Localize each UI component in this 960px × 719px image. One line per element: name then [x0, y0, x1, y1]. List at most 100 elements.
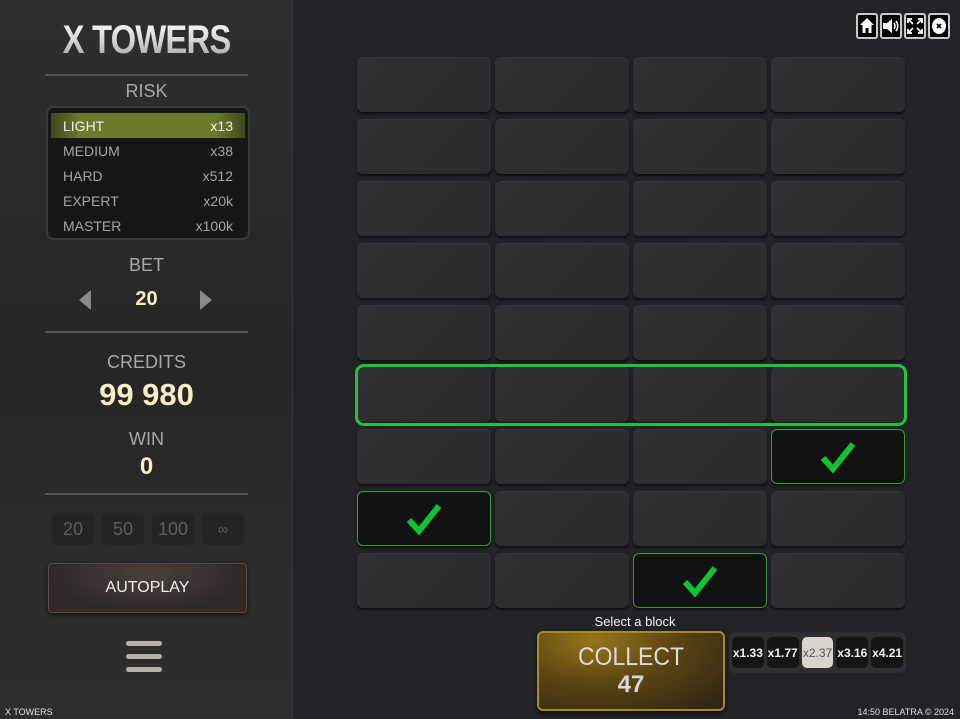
credits-label: CREDITS — [106, 352, 186, 372]
tower-block — [633, 57, 767, 112]
checkmark-icon — [406, 503, 442, 536]
autoplay-count-options: 20 50 100 ∞ — [52, 513, 244, 545]
risk-name: LIGHT — [63, 117, 105, 134]
autoplay-count-50[interactable]: 50 — [102, 513, 144, 545]
tower-block — [771, 305, 905, 360]
risk-option-expert[interactable]: EXPERT x20k — [51, 188, 245, 213]
multiplier-step-current: x2.37 — [801, 637, 834, 668]
win-value: 0 — [139, 453, 154, 480]
tower-block — [357, 119, 491, 174]
footer-game-name: X TOWERS — [5, 707, 53, 717]
home-icon — [860, 18, 874, 33]
risk-option-medium[interactable]: MEDIUM x38 — [51, 138, 245, 163]
multiplier-step: x1.77 — [766, 637, 799, 668]
tower-block — [633, 429, 767, 484]
risk-option-light[interactable]: LIGHT x13 — [51, 113, 245, 138]
risk-name: MEDIUM — [63, 142, 120, 159]
bet-control: 20 — [0, 286, 293, 314]
game-screen: X TOWERS RISK LIGHT x13 MEDIUM x38 HARD … — [0, 0, 960, 719]
risk-selector: LIGHT x13 MEDIUM x38 HARD x512 EXPERT x2… — [46, 106, 250, 240]
sound-button[interactable] — [880, 13, 902, 39]
risk-label: RISK — [125, 81, 168, 101]
collect-button[interactable]: COLLECT 47 — [537, 631, 725, 711]
sidebar: X TOWERS RISK LIGHT x13 MEDIUM x38 HARD … — [0, 0, 293, 719]
risk-max: x13 — [210, 117, 233, 134]
tower-block[interactable] — [357, 367, 491, 422]
tower-row — [357, 243, 906, 299]
tower-row — [357, 119, 906, 175]
tower-block — [495, 305, 629, 360]
top-toolbar — [856, 13, 950, 39]
tower-block — [357, 57, 491, 112]
tower-block — [495, 429, 629, 484]
tower-grid — [357, 57, 906, 615]
tower-block — [357, 181, 491, 236]
bet-value: 20 — [135, 288, 158, 310]
tower-block-safe — [357, 491, 491, 546]
multiplier-step: x4.21 — [871, 637, 903, 668]
hamburger-icon — [126, 667, 162, 672]
tower-block-safe — [633, 553, 767, 608]
tower-block — [495, 119, 629, 174]
footer-clock-copyright: 14:50 BELATRA © 2024 — [857, 707, 954, 717]
risk-max: x100k — [195, 217, 233, 234]
hamburger-icon — [126, 641, 162, 646]
bet-increase-button[interactable] — [200, 290, 212, 310]
autoplay-count-100[interactable]: 100 — [152, 513, 194, 545]
risk-max: x38 — [210, 142, 233, 159]
prompt-text: Select a block — [594, 614, 676, 629]
hamburger-icon — [126, 654, 162, 659]
tower-block — [495, 243, 629, 298]
tower-block — [633, 181, 767, 236]
autoplay-count-infinite[interactable]: ∞ — [202, 513, 244, 545]
risk-option-master[interactable]: MASTER x100k — [51, 213, 245, 238]
tower-block[interactable] — [771, 367, 905, 422]
autoplay-count-20[interactable]: 20 — [52, 513, 94, 545]
tower-block — [357, 553, 491, 608]
close-button[interactable] — [928, 13, 950, 39]
tower-block — [771, 181, 905, 236]
multiplier-step: x1.33 — [732, 637, 764, 668]
tower-block — [495, 57, 629, 112]
tower-row — [357, 181, 906, 237]
risk-option-hard[interactable]: HARD x512 — [51, 163, 245, 188]
close-icon — [932, 18, 946, 34]
fullscreen-icon — [907, 18, 923, 34]
win-label: WIN — [129, 429, 164, 449]
tower-row — [357, 553, 906, 609]
risk-name: EXPERT — [63, 192, 119, 209]
tower-row — [357, 429, 906, 485]
collect-label: COLLECT — [577, 643, 685, 671]
tower-block — [495, 181, 629, 236]
tower-block[interactable] — [495, 367, 629, 422]
risk-name: HARD — [63, 167, 103, 184]
autoplay-button[interactable]: AUTOPLAY — [48, 563, 247, 613]
tower-block — [357, 305, 491, 360]
tower-block-safe — [771, 429, 905, 484]
risk-name: MASTER — [63, 217, 122, 234]
tower-block — [771, 119, 905, 174]
checkmark-icon — [682, 565, 718, 598]
bet-label: BET — [128, 255, 164, 275]
menu-button[interactable] — [126, 641, 163, 677]
tower-block — [633, 491, 767, 546]
divider — [45, 331, 248, 333]
tower-block — [357, 243, 491, 298]
tower-row — [357, 491, 906, 547]
tower-block — [633, 243, 767, 298]
tower-block — [771, 243, 905, 298]
tower-block — [633, 305, 767, 360]
risk-max: x20k — [203, 192, 233, 209]
fullscreen-button[interactable] — [904, 13, 926, 39]
tower-block — [495, 491, 629, 546]
tower-row — [357, 57, 906, 113]
tower-block — [633, 119, 767, 174]
multiplier-step: x3.16 — [836, 637, 869, 668]
home-button[interactable] — [856, 13, 878, 39]
game-logo: X TOWERS — [26, 18, 266, 63]
tower-block — [357, 429, 491, 484]
multiplier-ladder: x1.33 x1.77 x2.37 x3.16 x4.21 — [729, 632, 906, 673]
tower-block[interactable] — [633, 367, 767, 422]
tower-block — [771, 553, 905, 608]
tower-row — [357, 305, 906, 361]
